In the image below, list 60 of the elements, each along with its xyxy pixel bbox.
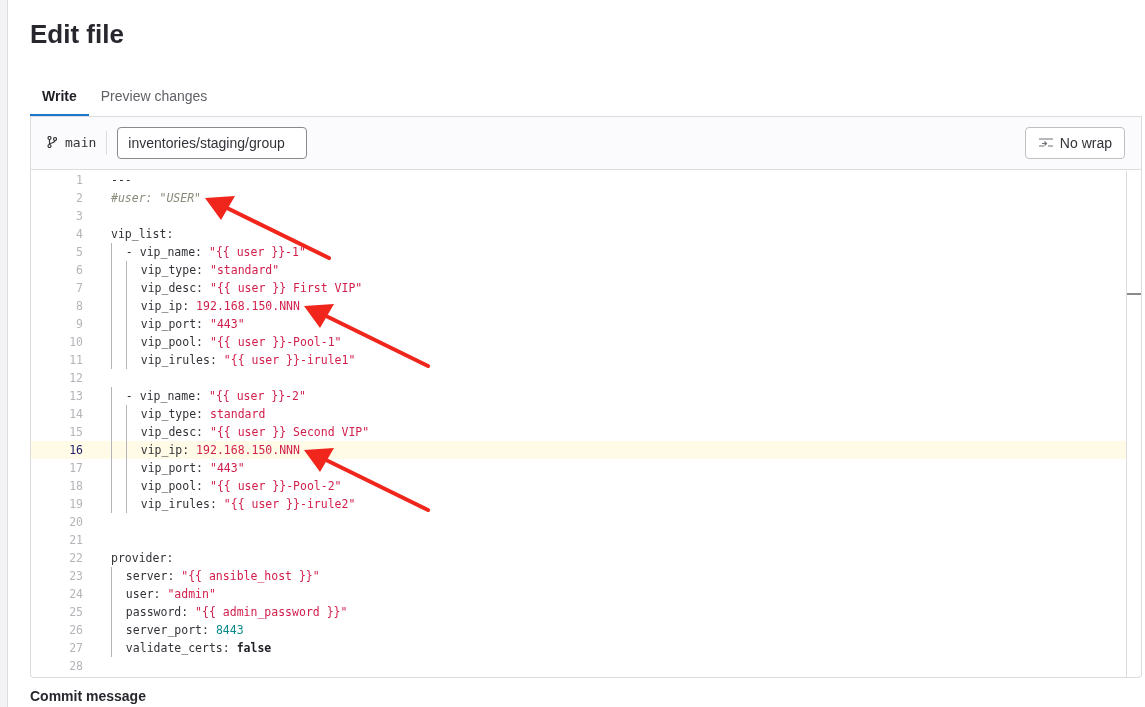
code-text: vip_port: "443"	[111, 459, 245, 477]
code-text: vip_ip: 192.168.150.NNN	[111, 297, 300, 315]
line-number: 28	[68, 658, 83, 675]
line-number: 14	[68, 406, 83, 423]
code-text: vip_type: standard	[111, 405, 266, 423]
code-text: - vip_name: "{{ user }}-2"	[111, 387, 306, 405]
line-number: 27	[68, 640, 83, 657]
code-text: user: "admin"	[111, 585, 216, 603]
line-number: 16	[68, 442, 83, 459]
code-text: server_port: 8443	[111, 621, 244, 639]
line-number: 13	[68, 388, 83, 405]
code-text: server: "{{ ansible_host }}"	[111, 567, 320, 585]
line-number: 9	[75, 316, 83, 333]
line-number: 7	[75, 280, 83, 297]
line-number: 15	[68, 424, 83, 441]
branch-icon	[47, 136, 57, 148]
code-text: ---	[111, 172, 132, 189]
line-number: 23	[68, 568, 83, 585]
code-text: vip_irules: "{{ user }}-irule1"	[111, 351, 356, 369]
scrollbar[interactable]	[1126, 171, 1141, 677]
line-number: 18	[68, 478, 83, 495]
code-text: - vip_name: "{{ user }}-1"	[111, 243, 306, 261]
line-number: 1	[75, 172, 83, 189]
code-text: vip_ip: 192.168.150.NNN	[111, 441, 300, 459]
wrap-icon	[1037, 138, 1054, 148]
code-text: provider:	[111, 550, 174, 567]
line-number: 22	[68, 550, 83, 567]
line-number: 24	[68, 586, 83, 603]
line-number: 19	[68, 496, 83, 513]
line-number: 4	[75, 226, 83, 243]
code-text: #user: "USER"	[111, 189, 201, 207]
code-text: vip_type: "standard"	[111, 261, 280, 279]
code-text: vip_irules: "{{ user }}-irule2"	[111, 495, 356, 513]
line-number: 6	[75, 262, 83, 279]
code-text: validate_certs: false	[111, 639, 272, 657]
file-path-field[interactable]: inventories/staging/group	[117, 127, 308, 159]
line-number: 5	[75, 244, 83, 261]
line-number: 2	[75, 190, 83, 207]
commit-message-label: Commit message	[30, 688, 147, 704]
line-number: 20	[68, 514, 83, 531]
tab[interactable]: Preview changes	[88, 79, 220, 116]
line-number: 12	[68, 370, 83, 387]
line-number: 3	[75, 208, 83, 225]
line-number: 8	[75, 298, 83, 315]
no-wrap-button[interactable]: No wrap	[1024, 127, 1125, 159]
code-text: vip_pool: "{{ user }}-Pool-1"	[111, 333, 342, 351]
code-text: vip_pool: "{{ user }}-Pool-2"	[111, 477, 342, 495]
line-number: 10	[68, 334, 83, 351]
line-number: 21	[68, 532, 83, 549]
branch-label: main	[47, 131, 108, 155]
line-number: 26	[68, 622, 83, 639]
code-text: vip_list:	[111, 226, 174, 243]
line-number: 11	[68, 352, 83, 369]
code-text: vip_desc: "{{ user }} First VIP"	[111, 279, 363, 297]
code-text: password: "{{ admin_password }}"	[111, 603, 348, 621]
page-title: Edit file	[30, 18, 125, 51]
code-text: vip_port: "443"	[111, 315, 245, 333]
line-number: 17	[68, 460, 83, 477]
tab[interactable]: Write	[30, 79, 89, 116]
line-number: 25	[68, 604, 83, 621]
